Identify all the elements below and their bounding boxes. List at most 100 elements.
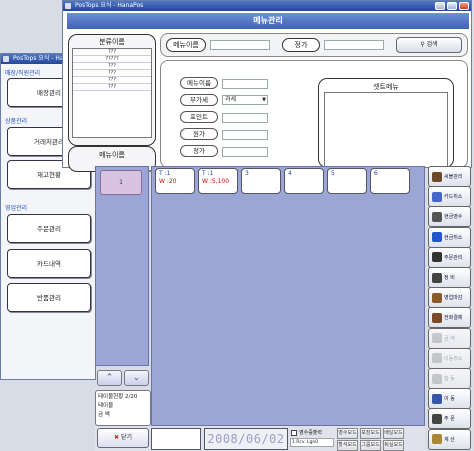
- function-icon: [432, 353, 442, 364]
- function-icon: [432, 252, 442, 263]
- mode-button[interactable]: 퇴실모드: [383, 440, 404, 451]
- table-number: 5: [331, 170, 335, 177]
- pos-left-column: [95, 166, 149, 366]
- function-icon: [432, 393, 442, 404]
- category-row[interactable]: ?????: [73, 56, 151, 63]
- category-list: ????????????????????: [72, 48, 152, 138]
- function-label: 현금취소: [444, 234, 463, 241]
- table-grid-area: [151, 166, 425, 426]
- form-label-vat: 부가세: [180, 94, 218, 106]
- table-tile[interactable]: 3: [241, 168, 281, 194]
- function-label: 영업마감: [444, 295, 463, 302]
- form-input-point[interactable]: [222, 113, 268, 123]
- category-row[interactable]: ???: [73, 49, 151, 56]
- function-label: 정 비: [444, 275, 455, 281]
- function-button[interactable]: 카드취소: [428, 186, 471, 208]
- function-icon: [432, 333, 442, 344]
- back-section-header-product: 상품관리: [5, 118, 28, 125]
- menu-window-titlebar: PosTops 요식 - HanaPos: [63, 1, 471, 11]
- mode-button[interactable]: 배달모드: [383, 428, 404, 439]
- menu-list-panel-title: 메뉴이름: [99, 151, 125, 159]
- function-button[interactable]: 현금취소: [428, 226, 471, 248]
- table-tile[interactable]: 6: [370, 168, 410, 194]
- receipt-print-checkbox[interactable]: [291, 430, 297, 436]
- order-manage-button[interactable]: 주문관리: [7, 214, 91, 243]
- form-input-cost[interactable]: [222, 130, 268, 140]
- function-label: 이 동: [444, 396, 455, 403]
- chevron-down-icon: ▼: [262, 97, 266, 103]
- table-tile[interactable]: 5: [327, 168, 367, 194]
- scroll-up-button[interactable]: ⌃: [97, 370, 122, 386]
- form-label-point: 포인트: [180, 111, 218, 123]
- table-tile[interactable]: T :1 W :5,100: [198, 168, 238, 194]
- back-section-header-sales: 영업관리: [5, 205, 28, 212]
- minimize-icon[interactable]: [435, 2, 445, 10]
- form-label-cost: 원가: [180, 128, 218, 140]
- form-input-menu-name[interactable]: [222, 79, 268, 89]
- function-icon: [432, 211, 442, 222]
- table-amount: W :5,100: [202, 178, 230, 185]
- category-row[interactable]: ???: [73, 84, 151, 91]
- table-status-box: 테이블현황 2/20 테이블 금 액: [95, 390, 151, 426]
- category-row[interactable]: ???: [73, 77, 151, 84]
- table-number: T :1: [159, 170, 171, 177]
- x-icon: ✖: [114, 434, 120, 441]
- back-section-header-store: 매장/직원관리: [5, 70, 41, 77]
- menu-name-search-input[interactable]: [210, 40, 270, 50]
- function-icon: [432, 272, 442, 283]
- category-row[interactable]: ???: [73, 63, 151, 70]
- close-pos-label: 닫기: [120, 434, 132, 441]
- function-button[interactable]: 주 문: [428, 408, 471, 430]
- function-button[interactable]: 이 동: [428, 388, 471, 410]
- card-history-button[interactable]: 카드내역: [7, 249, 91, 278]
- mode-button[interactable]: 할석모드: [337, 440, 358, 451]
- function-icon: [432, 312, 442, 323]
- function-icon: [432, 292, 442, 303]
- mode-button[interactable]: 포장모드: [360, 428, 381, 439]
- table-number: T :1: [202, 170, 214, 177]
- function-icon: [432, 434, 442, 445]
- function-button[interactable]: 주문관리: [428, 246, 471, 268]
- pos-sidebar-tile[interactable]: 1: [100, 170, 142, 195]
- function-button[interactable]: 이동취소: [428, 347, 471, 369]
- function-label: 현금영수: [444, 214, 463, 221]
- vat-select-value: 과세: [225, 96, 237, 103]
- function-button[interactable]: 정 비: [428, 267, 471, 288]
- mode-button[interactable]: 그룹모드: [360, 440, 381, 451]
- function-icon: [432, 373, 442, 384]
- function-button[interactable]: 금 액: [428, 327, 471, 349]
- function-button[interactable]: 전화결제: [428, 307, 471, 329]
- function-button[interactable]: 현금영수: [428, 206, 471, 228]
- table-tile[interactable]: 4: [284, 168, 324, 194]
- function-icon: [432, 171, 442, 182]
- blank-display-box: [151, 428, 201, 450]
- search-button[interactable]: ⚲ 검색: [396, 37, 462, 53]
- function-button[interactable]: 씨볼관리: [428, 166, 471, 187]
- app-icon: [3, 56, 9, 62]
- menu-name-search-label: 메뉴이름: [166, 38, 206, 52]
- function-button[interactable]: 영업마감: [428, 287, 471, 309]
- search-button-label: 검색: [426, 41, 438, 48]
- scroll-down-button[interactable]: ⌄: [124, 370, 149, 386]
- receipt-field: 1 Rcv. Lgn0: [290, 438, 334, 447]
- menu-header-bar: 메뉴관리: [67, 13, 469, 29]
- return-manage-button[interactable]: 반품관리: [7, 283, 91, 312]
- chevron-down-icon: ⌄: [132, 373, 141, 383]
- function-label: 금 액: [444, 335, 455, 342]
- set-menu-list: [324, 92, 448, 168]
- function-icon: [432, 232, 442, 243]
- category-row[interactable]: ???: [73, 70, 151, 77]
- function-icon: [432, 191, 442, 202]
- form-label-price: 정가: [180, 145, 218, 157]
- function-button[interactable]: 합 동: [428, 368, 471, 389]
- maximize-icon[interactable]: [447, 2, 457, 10]
- function-label: 카드취소: [444, 194, 463, 201]
- sort-input[interactable]: [324, 40, 384, 50]
- function-button[interactable]: 계 산: [428, 428, 471, 450]
- table-tile[interactable]: T :1 W :20: [155, 168, 195, 194]
- close-icon[interactable]: [459, 2, 469, 10]
- form-input-price[interactable]: [222, 147, 268, 157]
- vat-select[interactable]: 과세 ▼: [222, 95, 268, 105]
- mode-button[interactable]: 영수모드: [337, 428, 358, 439]
- close-pos-button[interactable]: ✖ 닫기: [97, 428, 149, 448]
